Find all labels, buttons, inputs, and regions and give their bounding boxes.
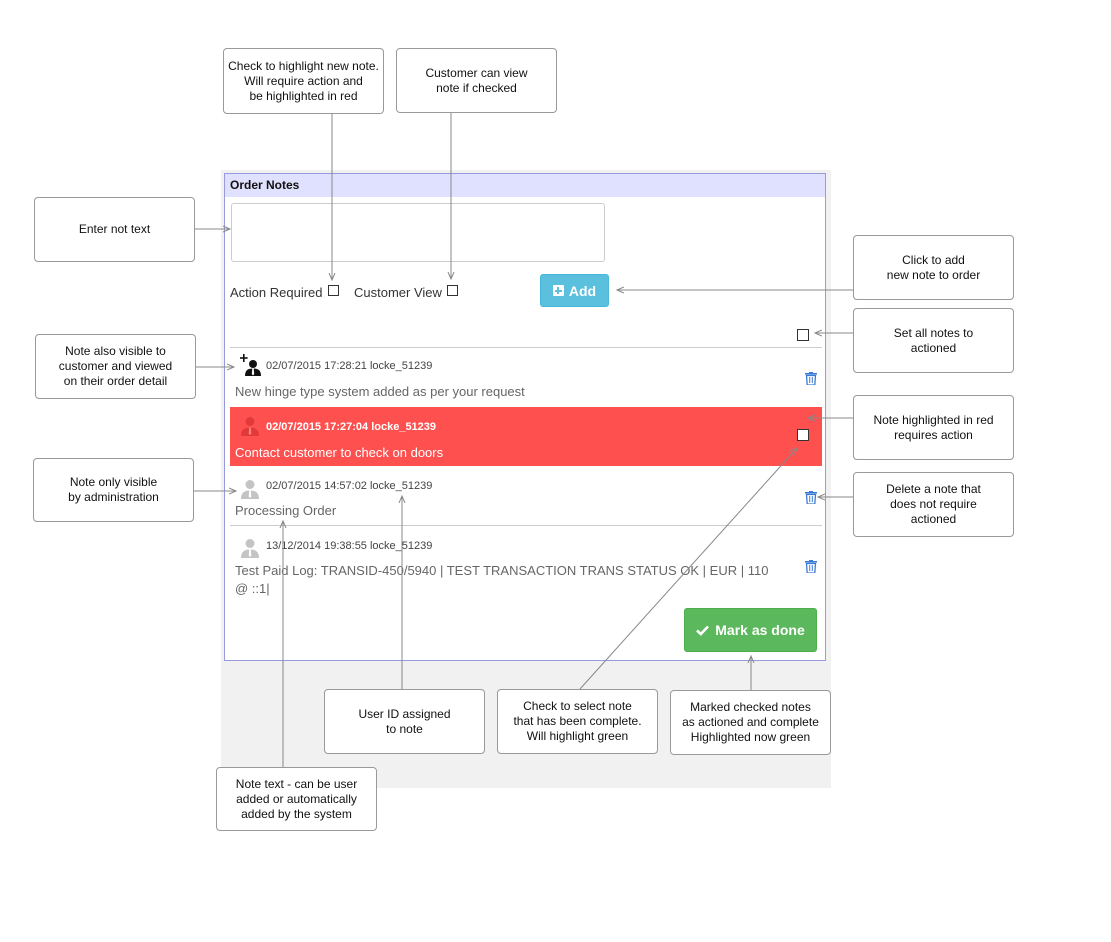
callout-user-id: User ID assigned to note — [324, 689, 485, 754]
callout-click-add: Click to add new note to order — [853, 235, 1014, 300]
callout-highlighted-red: Note highlighted in red requires action — [853, 395, 1014, 460]
callout-customer-view: Customer can view note if checked — [396, 48, 557, 113]
callout-note-text: Note text - can be user added or automat… — [216, 767, 377, 831]
callout-check-select: Check to select note that has been compl… — [497, 689, 658, 754]
callout-marked-checked: Marked checked notes as actioned and com… — [670, 690, 831, 755]
callout-admin-only: Note only visible by administration — [33, 458, 194, 522]
callout-highlight-new: Check to highlight new note. Will requir… — [223, 48, 384, 114]
callout-visible-customer: Note also visible to customer and viewed… — [35, 334, 196, 399]
callout-delete-note: Delete a note that does not require acti… — [853, 472, 1014, 537]
callout-enter-text: Enter not text — [34, 197, 195, 262]
callout-set-all: Set all notes to actioned — [853, 308, 1014, 373]
